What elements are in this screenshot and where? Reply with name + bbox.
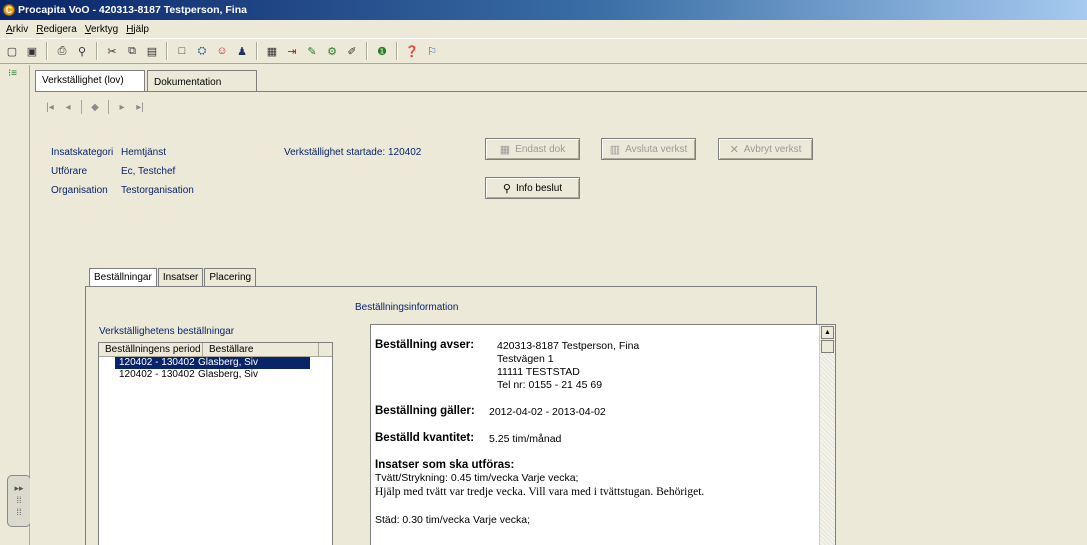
tab-placering[interactable]: Placering: [204, 268, 257, 287]
record-navigator: |◂ ◂ ◆ ▸ ▸|: [41, 94, 149, 120]
app-logo-icon: C: [3, 4, 15, 16]
scroll-thumb[interactable]: [821, 340, 834, 353]
current-record-icon[interactable]: ◆: [86, 102, 104, 113]
nav-separator: [108, 100, 109, 114]
menu-verktyg[interactable]: Verktyg: [81, 24, 122, 35]
settings-icon[interactable]: ⚙: [323, 42, 341, 60]
tab-dokumentation[interactable]: Dokumentation: [147, 70, 257, 91]
prev-record-icon[interactable]: ◂: [59, 102, 77, 113]
endast-dok-button[interactable]: ▦ Endast dok: [485, 138, 580, 160]
insats-tvatt: Tvätt/Strykning: 0.45 tim/vecka Varje ve…: [375, 472, 579, 484]
avser-line-4: Tel nr: 0155 - 21 45 69: [497, 379, 603, 391]
row-orderer: Glasberg, Siv: [196, 357, 310, 369]
menu-redigera[interactable]: Redigera: [32, 24, 81, 35]
form-arrow-icon[interactable]: ⇥: [283, 42, 301, 60]
avser-line-2: Testvägen 1: [497, 353, 554, 365]
row-period: 120402 - 130402: [119, 369, 195, 380]
bestallningsinformation-title: Beställningsinformation: [355, 302, 459, 313]
whats-this-icon[interactable]: ⚐: [423, 42, 441, 60]
info-beslut-button[interactable]: ⚲ Info beslut: [485, 177, 580, 199]
info-scrollbar[interactable]: ▲: [819, 325, 835, 545]
utforare-value: Ec, Testchef: [121, 166, 176, 177]
verkstallighet-startad: Verkställighet startade: 120402: [284, 147, 422, 158]
orders-list-title: Verkställighetens beställningar: [99, 326, 235, 337]
galler-label: Beställning gäller:: [375, 405, 475, 417]
magnifier-document-icon: ⚲: [502, 182, 511, 195]
orders-list-header: Beställningens period Beställare: [99, 343, 332, 357]
last-record-icon[interactable]: ▸|: [131, 102, 149, 113]
galler-value: 2012-04-02 - 2013-04-02: [489, 406, 606, 418]
row-period: 120402 - 130402: [115, 357, 202, 369]
tag-icon[interactable]: ✐: [343, 42, 361, 60]
insats-stad: Städ: 0.30 tim/vecka Varje vecka;: [375, 514, 531, 526]
tab-insatser[interactable]: Insatser: [157, 268, 204, 287]
person-icon[interactable]: ♟: [233, 42, 251, 60]
blank-page-icon[interactable]: □: [173, 42, 191, 60]
people-icon[interactable]: ☺: [213, 42, 231, 60]
window-titlebar: C Procapita VoO - 420313-8187 Testperson…: [0, 0, 1087, 20]
tab-bestallningar[interactable]: Beställningar: [89, 268, 157, 288]
tab-verkstallighet[interactable]: Verkställighet (lov): [35, 70, 145, 91]
avser-line-1: 420313-8187 Testperson, Fina: [497, 340, 640, 352]
tree-menu-icon[interactable]: ⁝≡: [8, 68, 17, 79]
paste-icon[interactable]: ▤: [143, 42, 161, 60]
menubar: Arkiv Redigera Verktyg Hjälp: [0, 20, 1087, 38]
nav-separator: [81, 100, 82, 114]
utforare-label: Utförare: [51, 166, 88, 177]
table-row[interactable]: 120402 - 130402 Glasberg, Siv: [99, 369, 332, 381]
save-icon[interactable]: ▣: [23, 42, 41, 60]
find-icon[interactable]: ⚲: [73, 42, 91, 60]
outer-tabs: Verkställighet (lov) Dokumentation: [35, 70, 257, 91]
print-icon[interactable]: ⎙: [53, 42, 71, 60]
help-icon[interactable]: ❓: [403, 42, 421, 60]
side-panel-expand-handle[interactable]: ▸▸ ⁞⁞ ⁞⁞: [7, 475, 31, 527]
toolbar: ▢ ▣ ⎙ ⚲ ✂ ⧉ ▤ □ ⛭ ☺ ♟ ▦ ⇥ ✎ ⚙ ✐ ❶ ❓ ⚐: [0, 38, 1087, 64]
left-side-panel: ⁝≡ ▸▸ ⁞⁞ ⁞⁞: [0, 65, 31, 545]
row-orderer: Glasberg, Siv: [198, 369, 259, 380]
tab-content: |◂ ◂ ◆ ▸ ▸| Insatskategori Hemtjänst Utf…: [35, 91, 1087, 545]
menu-hjalp[interactable]: Hjälp: [122, 24, 153, 35]
edit-icon[interactable]: ✎: [303, 42, 321, 60]
toolbar-separator: [166, 42, 168, 60]
toolbar-separator: [256, 42, 258, 60]
orders-list[interactable]: Beställningens period Beställare 120402 …: [98, 342, 333, 545]
document-stack-icon: ▦: [499, 143, 511, 156]
bestallningar-panel: Beställningsinformation Verkställigheten…: [85, 286, 836, 545]
info-icon[interactable]: ❶: [373, 42, 391, 60]
column-header-bestallare[interactable]: Beställare: [203, 343, 319, 356]
main-area: Verkställighet (lov) Dokumentation |◂ ◂ …: [30, 65, 1087, 545]
insatser-label: Insatser som ska utföras:: [375, 459, 515, 471]
kvantitet-value: 5.25 tim/månad: [489, 433, 562, 445]
avser-line-3: 11111 TESTSTAD: [497, 366, 580, 378]
inner-tabs: Beställningar Insatser Placering: [89, 268, 257, 288]
new-document-icon[interactable]: ▢: [3, 42, 21, 60]
toolbar-separator: [96, 42, 98, 60]
form-icon[interactable]: ▦: [263, 42, 281, 60]
first-record-icon[interactable]: |◂: [41, 102, 59, 113]
toolbar-separator: [46, 42, 48, 60]
tools-icon[interactable]: ⛭: [193, 42, 211, 60]
kvantitet-label: Beställd kvantitet:: [375, 432, 475, 444]
calendar-end-icon: ▥: [609, 143, 621, 156]
toolbar-separator: [366, 42, 368, 60]
organisation-value: Testorganisation: [121, 185, 194, 196]
column-header-period[interactable]: Beställningens period: [99, 343, 203, 356]
avser-label: Beställning avser:: [375, 339, 475, 351]
avbryt-verkst-button[interactable]: ✕ Avbryt verkst: [718, 138, 813, 160]
cancel-tools-icon: ✕: [729, 143, 739, 156]
table-row[interactable]: 120402 - 130402 Glasberg, Siv: [99, 357, 332, 369]
organisation-label: Organisation: [51, 185, 108, 196]
toolbar-separator: [396, 42, 398, 60]
insatskategori-value: Hemtjänst: [121, 147, 167, 158]
avsluta-verkst-button[interactable]: ▥ Avsluta verkst: [601, 138, 696, 160]
copy-icon[interactable]: ⧉: [123, 42, 141, 60]
cut-icon[interactable]: ✂: [103, 42, 121, 60]
scroll-up-icon[interactable]: ▲: [821, 326, 834, 339]
bestallningsinformation-box[interactable]: Beställning avser: 420313-8187 Testperso…: [370, 324, 836, 545]
insats-tvatt-note: Hjälp med tvätt var tredje vecka. Vill v…: [375, 486, 705, 498]
menu-arkiv[interactable]: Arkiv: [2, 24, 32, 35]
insatskategori-label: Insatskategori: [51, 147, 114, 158]
window-title: Procapita VoO - 420313-8187 Testperson, …: [18, 4, 247, 16]
next-record-icon[interactable]: ▸: [113, 102, 131, 113]
